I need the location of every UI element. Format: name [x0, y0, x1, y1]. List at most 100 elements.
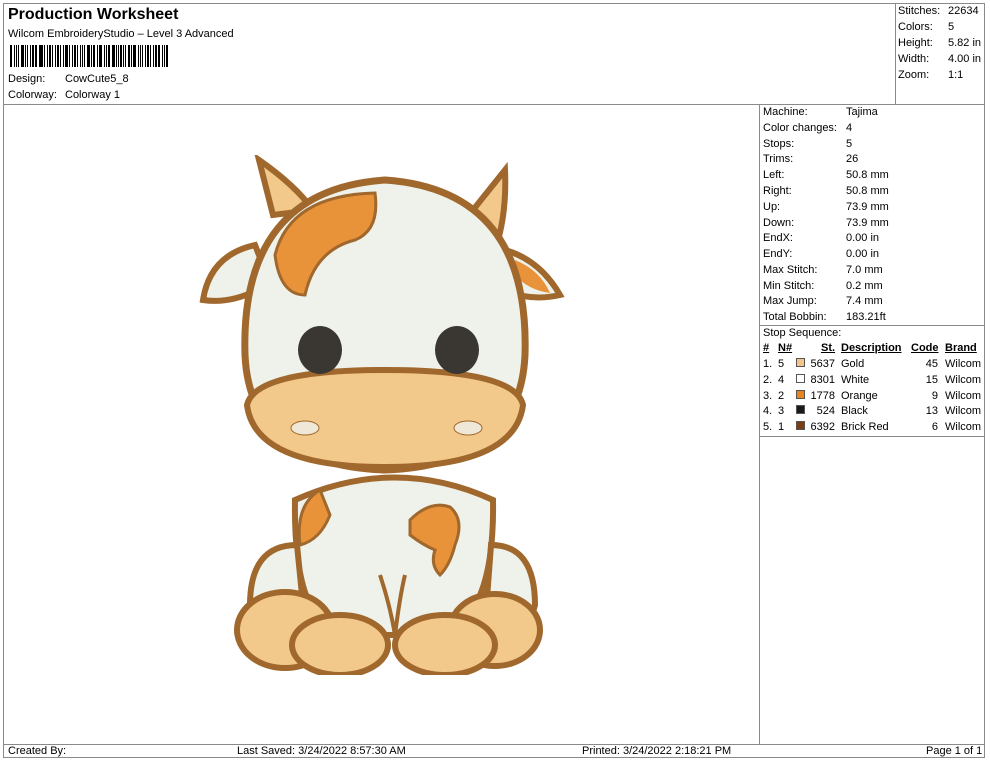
barcode-bar — [117, 45, 119, 67]
row-index: 3. — [763, 390, 773, 402]
barcode — [10, 45, 170, 67]
stats-height: Height: 5.82 in — [898, 37, 981, 49]
stop-sequence-row: 1. 5 5637 Gold 45 Wilcom — [763, 358, 985, 374]
cow-left-nostril — [290, 420, 320, 436]
info-label: Max Jump: — [763, 295, 817, 307]
barcode-bar — [98, 45, 100, 67]
info-up: Up: 73.9 mm — [763, 200, 889, 216]
stat-label: Width: — [898, 53, 930, 65]
cow-right-eye — [435, 326, 479, 374]
barcode-bar — [125, 45, 127, 67]
barcode-bar — [17, 45, 20, 67]
info-value: 73.9 mm — [846, 201, 889, 213]
stat-value: 5 — [948, 21, 955, 33]
barcode-bar — [145, 45, 147, 67]
barcode-bar — [100, 45, 103, 67]
stats-divider — [895, 3, 896, 104]
info-value: 0.2 mm — [846, 280, 883, 292]
row-brand: Wilcom — [945, 390, 982, 402]
barcode-bar — [120, 45, 123, 67]
row-code: 6 — [931, 421, 938, 433]
info-value: 7.0 mm — [846, 264, 883, 276]
barcode-bar — [21, 45, 25, 67]
stats-colors: Colors: 5 — [898, 21, 954, 33]
row-code: 15 — [925, 374, 938, 386]
info-label: Up: — [763, 201, 781, 213]
barcode-bar — [13, 45, 15, 67]
barcode-bar — [31, 45, 34, 67]
info-label: EndY: — [763, 248, 793, 260]
barcode-bar — [106, 45, 108, 67]
row-index: 5. — [763, 421, 773, 433]
cow-illustration — [199, 155, 565, 675]
row-description: Brick Red — [841, 421, 889, 433]
colorway-value: Colorway 1 — [65, 89, 121, 101]
row-description: Black — [841, 405, 868, 417]
cow-left-front-foot — [289, 612, 391, 675]
design-label: Design: — [8, 73, 46, 85]
stat-value: 5.82 in — [948, 37, 982, 49]
row-index: 1. — [763, 358, 773, 370]
embroidery-design-preview — [199, 155, 565, 675]
barcode-bar — [162, 45, 164, 67]
info-trims: Trims: 26 — [763, 152, 858, 168]
stat-value: 22634 — [948, 5, 979, 17]
info-endx: EndX: 0.00 in — [763, 231, 879, 247]
info-label: Machine: — [763, 106, 808, 118]
barcode-bar — [92, 45, 95, 67]
barcode-bar — [147, 45, 149, 67]
barcode-bar — [111, 45, 115, 67]
color-swatch-icon — [796, 421, 805, 430]
row-description: White — [841, 374, 870, 386]
info-down: Down: 73.9 mm — [763, 216, 889, 232]
info-max-jump: Max Jump: 7.4 mm — [763, 294, 883, 310]
stat-label: Zoom: — [898, 69, 930, 81]
barcode-bar — [108, 45, 110, 67]
row-code: 13 — [925, 405, 938, 417]
col-header-code: Code — [911, 342, 939, 354]
info-value: 73.9 mm — [846, 217, 889, 229]
row-needle: 2 — [778, 390, 785, 402]
barcode-bar — [56, 45, 59, 67]
info-stops: Stops: 5 — [763, 137, 852, 153]
info-left: Left: 50.8 mm — [763, 168, 889, 184]
barcode-bar — [30, 45, 31, 67]
footer-divider — [3, 744, 985, 745]
row-needle: 4 — [778, 374, 785, 386]
stats-stitches: Stitches: 22634 — [898, 5, 979, 17]
stat-label: Height: — [898, 37, 933, 49]
stat-label: Colors: — [898, 21, 933, 33]
barcode-bar — [82, 45, 84, 67]
col-header-index: # — [763, 342, 770, 354]
row-brand: Wilcom — [945, 421, 982, 433]
info-label: Right: — [763, 185, 792, 197]
barcode-bar — [87, 45, 90, 67]
color-swatch-icon — [796, 374, 805, 383]
info-label: Total Bobbin: — [763, 311, 827, 323]
info-machine: Machine: Tajima — [763, 105, 878, 121]
cow-right-front-foot — [392, 612, 498, 675]
barcode-bar — [123, 45, 125, 67]
barcode-bar — [130, 45, 132, 67]
barcode-bar — [76, 45, 78, 67]
row-needle: 3 — [778, 405, 785, 417]
info-value: 50.8 mm — [846, 185, 889, 197]
barcode-bar — [49, 45, 51, 67]
barcode-bar — [140, 45, 142, 67]
barcode-bar — [73, 45, 76, 67]
info-label: Min Stitch: — [763, 280, 815, 292]
row-index: 2. — [763, 374, 773, 386]
barcode-bar — [84, 45, 86, 67]
col-header-needle: N# — [778, 342, 793, 354]
footer-last-saved: Last Saved: 3/24/2022 8:57:30 AM — [237, 745, 406, 757]
row-brand: Wilcom — [945, 405, 982, 417]
info-value: 0.00 in — [846, 248, 880, 260]
barcode-bar — [96, 45, 98, 67]
stop-sequence-row: 5. 1 6392 Brick Red 6 Wilcom — [763, 421, 985, 437]
stop-sequence-row: 3. 2 1778 Orange 9 Wilcom — [763, 390, 985, 406]
row-stitches: 6392 — [810, 421, 835, 433]
stats-width: Width: 4.00 in — [898, 53, 981, 65]
barcode-bar — [54, 45, 56, 67]
barcode-bar — [51, 45, 53, 67]
row-description: Gold — [841, 358, 865, 370]
